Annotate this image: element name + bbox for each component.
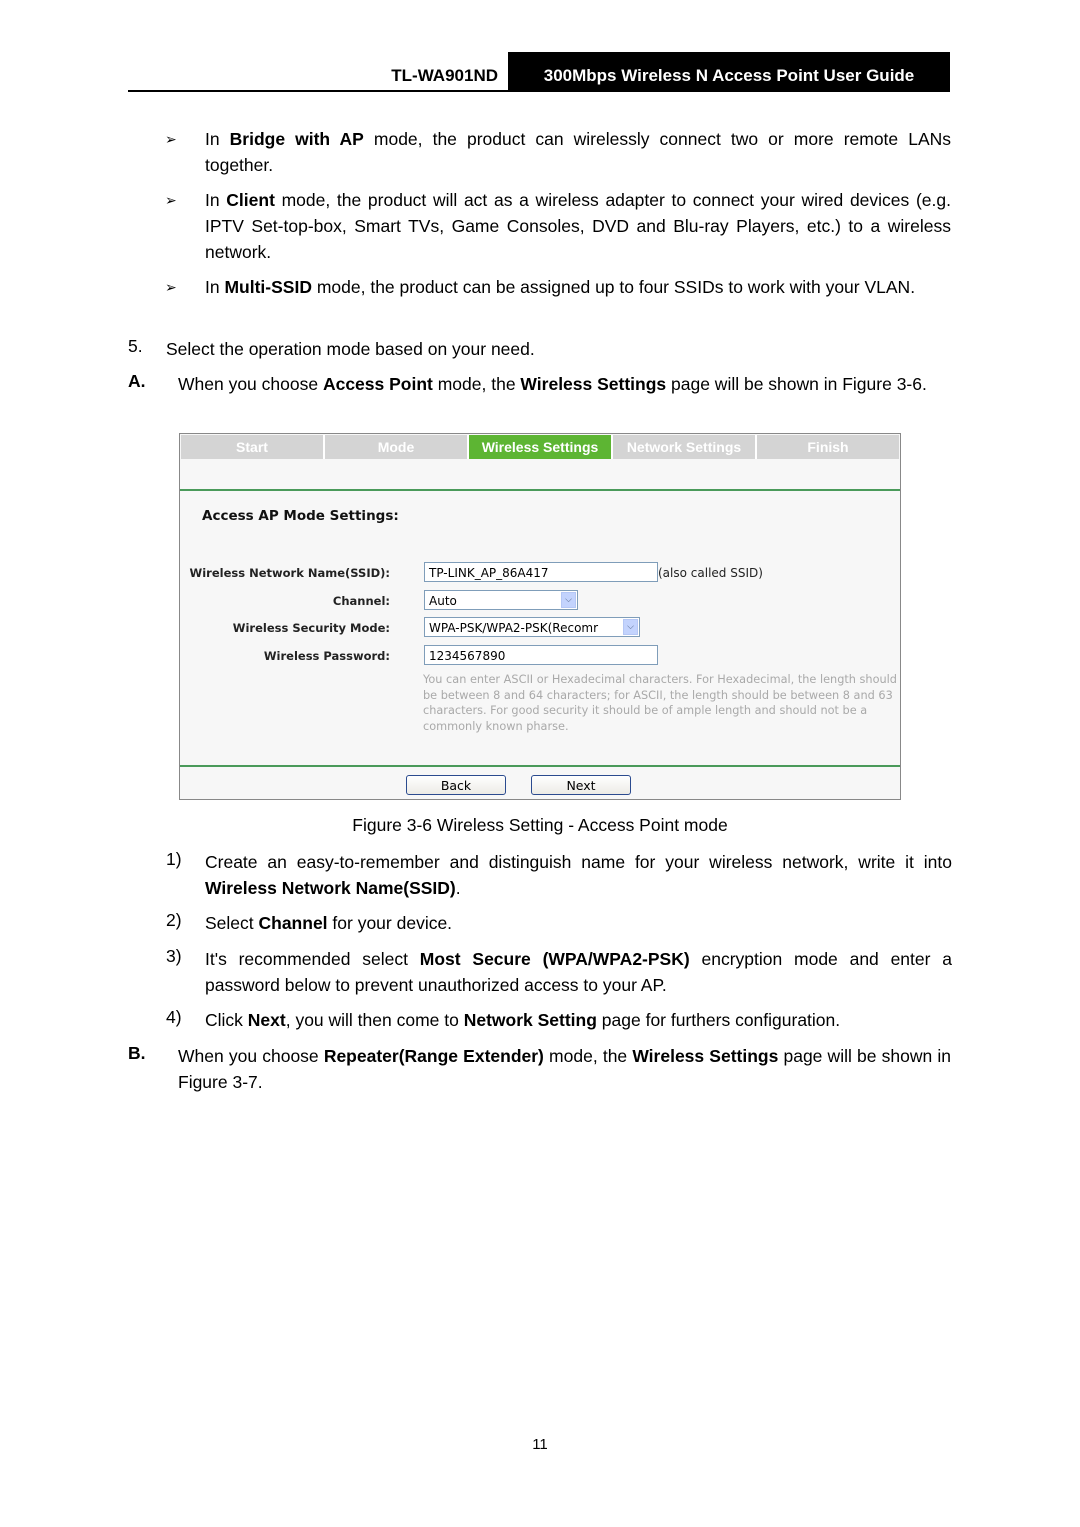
item-2-marker: 2) <box>166 910 182 930</box>
tab-wireless-settings[interactable]: Wireless Settings <box>469 435 613 459</box>
header-title: 300Mbps Wireless N Access Point User Gui… <box>508 52 950 90</box>
bullet-arrow-icon: ➢ <box>165 279 177 295</box>
password-label: Wireless Password: <box>263 649 390 663</box>
tab-mode[interactable]: Mode <box>325 435 469 459</box>
chevron-down-icon[interactable]: ⌵ <box>623 619 638 635</box>
item-1-text: Create an easy-to-remember and distingui… <box>205 852 952 898</box>
tab-network-settings[interactable]: Network Settings <box>613 435 757 459</box>
figure-caption: Figure 3-6 Wireless Setting - Access Poi… <box>352 815 728 835</box>
bullet-arrow-icon: ➢ <box>165 131 177 147</box>
header-model: TL-WA901ND <box>391 66 498 85</box>
step-b-marker: B. <box>128 1043 146 1063</box>
tab-start[interactable]: Start <box>181 435 325 459</box>
bullet-multi-ssid: In Multi-SSID mode, the product can be a… <box>205 277 916 297</box>
page-number: 11 <box>532 1436 548 1453</box>
item-4-marker: 4) <box>166 1007 182 1027</box>
tab-finish[interactable]: Finish <box>757 435 899 459</box>
next-button[interactable]: Next <box>531 775 631 795</box>
bullet-arrow-icon: ➢ <box>165 192 177 208</box>
step-5-text: Select the operation mode based on your … <box>166 339 535 359</box>
security-mode-select[interactable]: WPA-PSK/WPA2-PSK(Recomr ⌵ <box>424 617 640 637</box>
ssid-input[interactable]: TP-LINK_AP_86A417 <box>424 562 658 582</box>
step-b-text: When you choose Repeater(Range Extender)… <box>178 1046 951 1092</box>
item-1-marker: 1) <box>166 849 182 869</box>
divider-top <box>180 489 900 491</box>
ssid-note: (also called SSID) <box>658 566 763 580</box>
back-button[interactable]: Back <box>406 775 506 795</box>
item-4-text: Click Next, you will then come to Networ… <box>205 1010 841 1030</box>
ssid-label: Wireless Network Name(SSID): <box>189 566 390 580</box>
bullet-bridge-with-ap: In Bridge with AP mode, the product can … <box>205 129 951 175</box>
page-header: TL-WA901ND 300Mbps Wireless N Access Poi… <box>128 52 950 92</box>
item-2-text: Select Channel for your device. <box>205 913 453 933</box>
step-a-text: When you choose Access Point mode, the W… <box>178 374 927 394</box>
wizard-tabs: Start Mode Wireless Settings Network Set… <box>181 435 899 459</box>
item-3-text: It's recommended select Most Secure (WPA… <box>205 949 952 995</box>
item-3-marker: 3) <box>166 946 182 966</box>
divider-bottom <box>180 765 900 767</box>
password-input[interactable]: 1234567890 <box>424 645 658 665</box>
wireless-settings-screenshot: Start Mode Wireless Settings Network Set… <box>179 433 901 800</box>
password-hint: You can enter ASCII or Hexadecimal chara… <box>423 673 897 733</box>
channel-label: Channel: <box>332 594 390 608</box>
security-mode-label: Wireless Security Mode: <box>232 621 390 635</box>
bullet-client: In Client mode, the product will act as … <box>205 190 951 262</box>
step-5-marker: 5. <box>128 336 143 356</box>
section-title: Access AP Mode Settings: <box>202 508 399 524</box>
chevron-down-icon[interactable]: ⌵ <box>561 592 576 608</box>
channel-select[interactable]: Auto ⌵ <box>424 590 578 610</box>
step-a-marker: A. <box>128 371 146 391</box>
